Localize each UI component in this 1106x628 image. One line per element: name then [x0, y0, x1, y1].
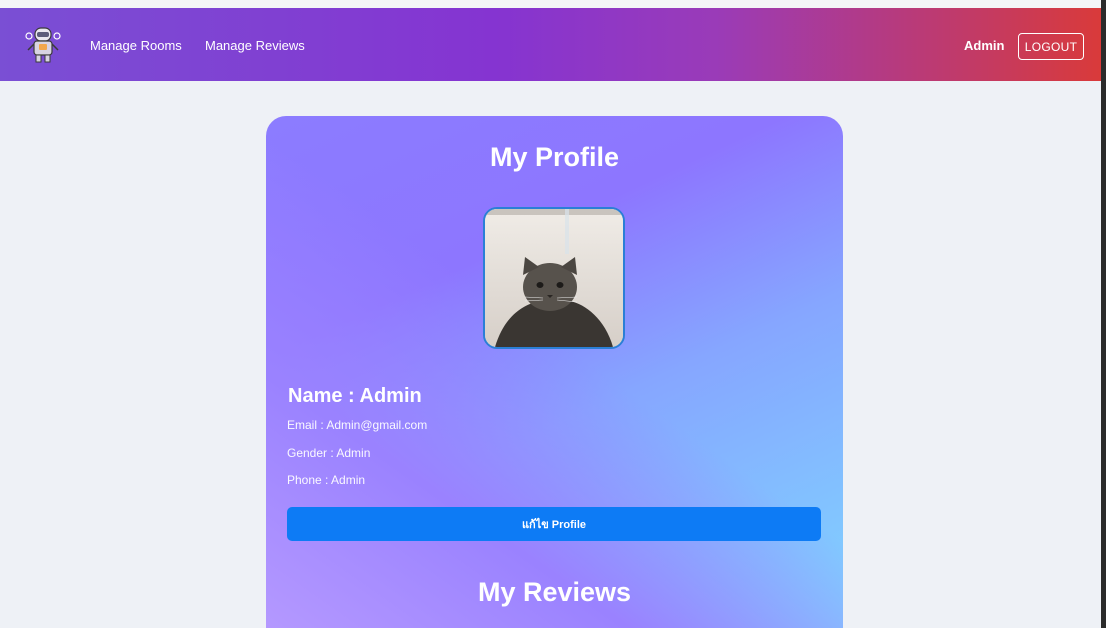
current-user-name: Admin: [964, 38, 1005, 53]
profile-email: Email : Admin@gmail.com: [287, 418, 428, 432]
reviews-title: My Reviews: [477, 577, 632, 607]
nav-manage-rooms[interactable]: Manage Rooms: [90, 38, 182, 53]
page: Manage Rooms Manage Reviews Admin LOGOUT…: [0, 0, 1106, 628]
profile-phone: Phone : Admin: [287, 473, 366, 487]
profile-avatar: [483, 207, 625, 349]
window-scrollbar[interactable]: [1101, 0, 1106, 628]
robot-logo-icon[interactable]: [22, 24, 64, 64]
profile-gender: Gender : Admin: [287, 446, 371, 460]
nav-manage-reviews[interactable]: Manage Reviews: [205, 38, 305, 53]
edit-profile-button[interactable]: แก้ไข Profile: [287, 507, 821, 541]
profile-card: My Profile Name: Admin Email: Admin@gm…: [266, 116, 843, 628]
top-navbar: Manage Rooms Manage Reviews Admin LOGOUT: [0, 8, 1101, 81]
profile-title: My Profile: [489, 142, 620, 172]
window-top-edge: [0, 0, 1106, 8]
logout-button[interactable]: LOGOUT: [1018, 33, 1084, 60]
profile-name: Name : Admin: [288, 385, 422, 407]
